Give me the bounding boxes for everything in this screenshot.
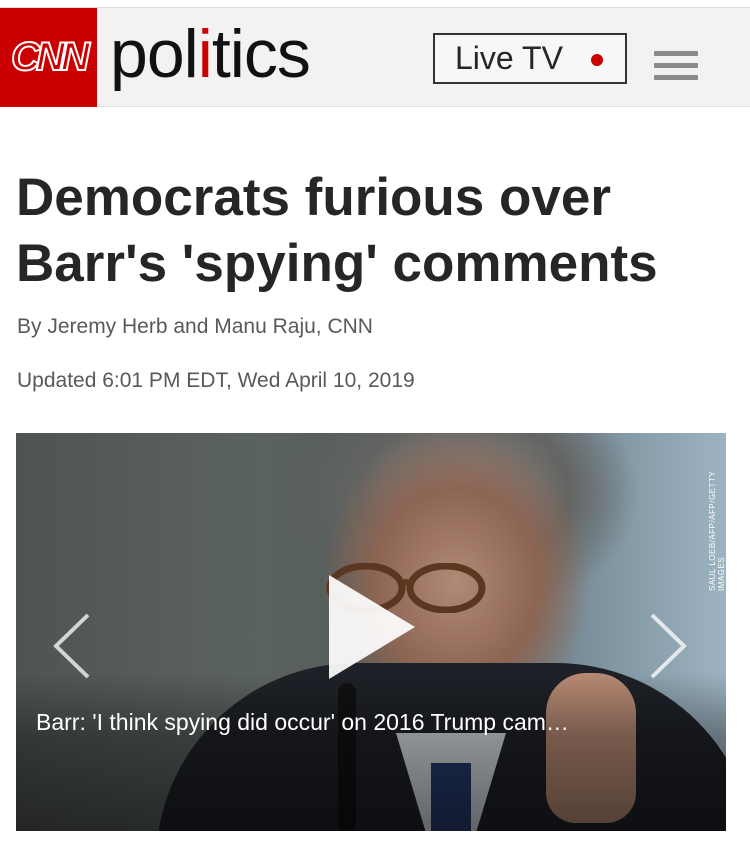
site-header: CNN politics Live TV bbox=[0, 8, 750, 107]
live-indicator-dot bbox=[591, 54, 603, 66]
article-timestamp: Updated 6:01 PM EDT, Wed April 10, 2019 bbox=[17, 369, 415, 392]
cnn-logo[interactable]: CNN bbox=[0, 8, 97, 107]
hamburger-menu-icon[interactable] bbox=[654, 51, 698, 81]
top-divider bbox=[0, 0, 750, 8]
article-byline: By Jeremy Herb and Manu Raju, CNN bbox=[17, 315, 373, 338]
play-icon[interactable] bbox=[329, 575, 415, 679]
section-title-politics[interactable]: politics bbox=[110, 14, 311, 94]
article-headline: Democrats furious over Barr's 'spying' c… bbox=[16, 168, 658, 293]
live-tv-button[interactable]: Live TV bbox=[433, 33, 627, 84]
video-player[interactable]: SAUL LOEB/AFP/AFP/GETTY IMAGES Barr: 'I … bbox=[16, 433, 726, 831]
chevron-left-icon[interactable] bbox=[50, 611, 94, 681]
video-caption[interactable]: Barr: 'I think spying did occur' on 2016… bbox=[36, 709, 706, 736]
photo-credit: SAUL LOEB/AFP/AFP/GETTY IMAGES bbox=[708, 471, 726, 591]
live-tv-label: Live TV bbox=[455, 40, 563, 76]
chevron-right-icon[interactable] bbox=[646, 611, 690, 681]
caption-gradient bbox=[16, 673, 726, 831]
